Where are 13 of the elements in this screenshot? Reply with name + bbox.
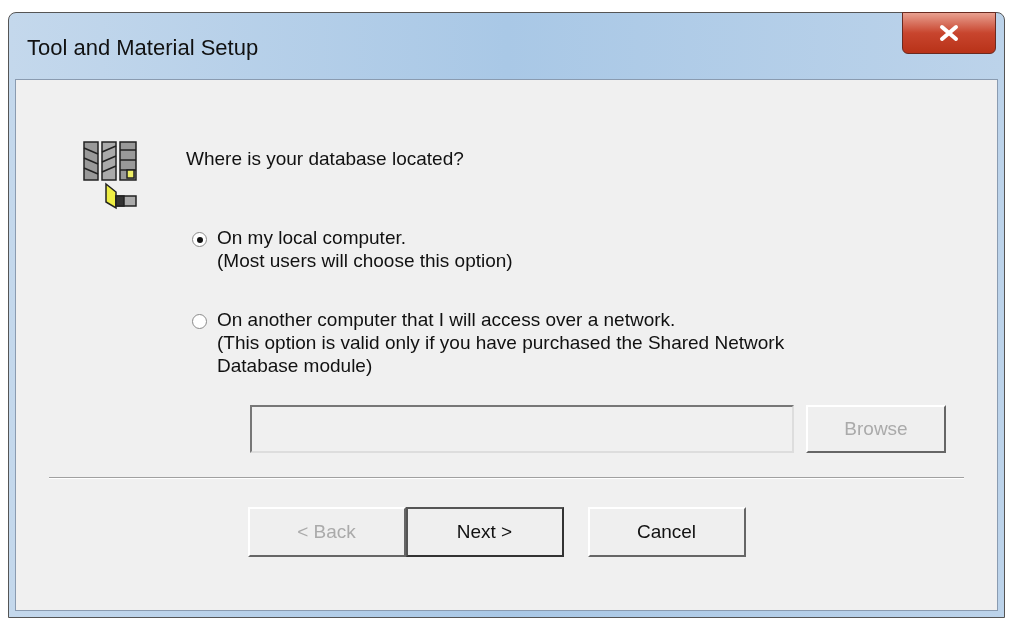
radio-button[interactable] xyxy=(192,232,207,247)
close-button[interactable] xyxy=(902,12,996,54)
wizard-button[interactable]: Next > xyxy=(405,507,564,557)
option-label[interactable]: On another computer that I will access over a network. xyxy=(217,308,857,331)
wizard-button[interactable]: Cancel xyxy=(587,507,746,557)
window-title: Tool and Material Setup xyxy=(27,35,259,61)
question-text: Where is your database located? xyxy=(186,148,465,170)
option-note: (This option is valid only if you have purchased the Shared Network Database module) xyxy=(217,331,786,377)
option-note: (Most users will choose this option) xyxy=(217,249,513,272)
close-icon xyxy=(938,24,960,42)
cutting-tools-icon xyxy=(82,140,138,212)
radio-button[interactable] xyxy=(192,314,207,329)
option-label[interactable]: On my local computer. xyxy=(217,226,513,249)
